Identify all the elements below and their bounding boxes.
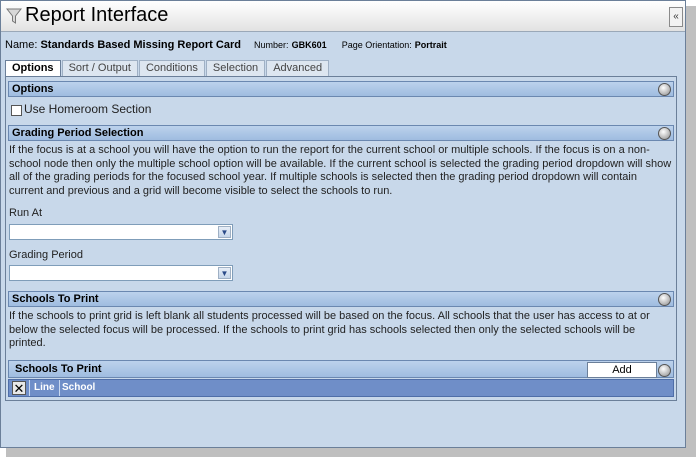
tab-conditions[interactable]: Conditions	[138, 60, 205, 76]
title-bar: Report Interface «	[1, 1, 685, 32]
collapse-button[interactable]: «	[669, 7, 683, 27]
report-interface-window: Report Interface « Name: Standards Based…	[0, 0, 686, 448]
tab-sort-output[interactable]: Sort / Output	[61, 60, 138, 76]
options-section-title: Options	[12, 83, 54, 95]
options-panel: Options Use Homeroom Section Grading Per…	[5, 76, 677, 401]
options-section-header[interactable]: Options	[8, 81, 674, 97]
tab-strip: Options Sort / Output Conditions Selecti…	[5, 60, 330, 77]
window-title: Report Interface	[25, 4, 169, 26]
filter-funnel-icon	[6, 8, 22, 24]
report-name: Standards Based Missing Report Card	[40, 39, 241, 51]
grading-section-header[interactable]: Grading Period Selection	[8, 125, 674, 141]
schools-grid-toolbar: Schools To Print Add	[8, 360, 674, 378]
schools-section-title: Schools To Print	[12, 293, 99, 305]
use-homeroom-label: Use Homeroom Section	[24, 102, 152, 116]
column-header-line[interactable]: Line	[34, 382, 55, 393]
column-divider	[59, 380, 60, 396]
column-divider	[29, 380, 30, 396]
circle-toggle-icon[interactable]	[658, 83, 671, 96]
close-icon[interactable]: ✕	[12, 381, 26, 395]
circle-toggle-icon[interactable]	[658, 364, 671, 377]
run-at-label: Run At	[9, 207, 43, 219]
tab-selection[interactable]: Selection	[205, 60, 266, 76]
report-number: GBK601	[291, 40, 327, 50]
grading-section-title: Grading Period Selection	[12, 127, 144, 139]
tab-advanced[interactable]: Advanced	[266, 60, 330, 76]
run-at-select[interactable]: ▼	[9, 224, 233, 240]
orientation-label: Page Orientation:	[341, 40, 412, 50]
number-label: Number:	[254, 40, 289, 50]
use-homeroom-checkbox[interactable]	[11, 105, 22, 116]
circle-toggle-icon[interactable]	[658, 127, 671, 140]
schools-grid-title: Schools To Print	[15, 363, 102, 375]
add-school-button[interactable]: Add	[587, 362, 657, 378]
name-label: Name:	[5, 39, 38, 51]
column-header-school[interactable]: School	[62, 382, 95, 393]
grading-description: If the focus is at a school you will hav…	[9, 144, 672, 197]
page-orientation: Portrait	[414, 40, 447, 50]
schools-section-header[interactable]: Schools To Print	[8, 291, 674, 307]
schools-grid-header: ✕ Line School	[8, 379, 674, 397]
grading-period-select[interactable]: ▼	[9, 265, 233, 281]
report-info-bar: Name: Standards Based Missing Report Car…	[5, 39, 459, 55]
tab-options[interactable]: Options	[5, 60, 61, 77]
circle-toggle-icon[interactable]	[658, 293, 671, 306]
schools-description: If the schools to print grid is left bla…	[9, 310, 650, 349]
grading-period-label: Grading Period	[9, 249, 83, 261]
chevron-down-icon[interactable]: ▼	[218, 267, 231, 279]
chevron-down-icon[interactable]: ▼	[218, 226, 231, 238]
